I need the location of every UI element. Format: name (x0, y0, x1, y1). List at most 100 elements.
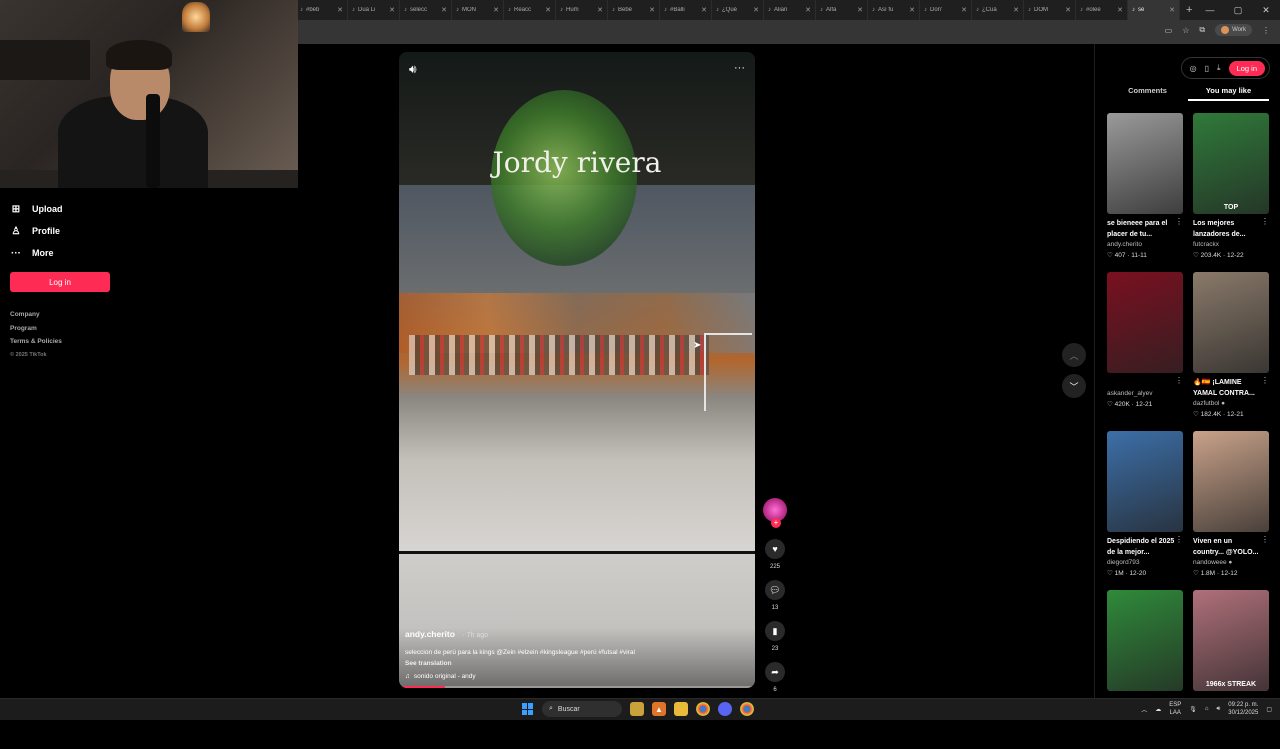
creator-avatar[interactable]: + (763, 498, 787, 528)
close-tab-icon[interactable]: ✕ (805, 6, 815, 14)
card-user[interactable]: andy.cherito (1107, 241, 1183, 248)
sidebar-item-more[interactable]: ··· More (10, 242, 130, 264)
download-icon[interactable]: ⤓ (1217, 63, 1221, 73)
tab-comments[interactable]: Comments (1107, 86, 1188, 101)
recommended-video-card[interactable]: Despidiendo el 2025 de la mejor... ⋮ diego… (1107, 431, 1183, 590)
card-user[interactable]: diegord793 (1107, 559, 1183, 566)
browser-tab[interactable]: ♪ Así fu ✕ (868, 0, 920, 20)
recommended-video-card[interactable]: 1966x STREAK (1193, 590, 1269, 749)
close-tab-icon[interactable]: ✕ (545, 6, 555, 14)
close-tab-icon[interactable]: ✕ (701, 6, 711, 14)
card-user[interactable]: futcrackx (1193, 241, 1269, 248)
browser-tab[interactable]: ♪ ¿Qué ✕ (712, 0, 764, 20)
card-more-icon[interactable]: ⋮ (1175, 535, 1183, 544)
phone-icon[interactable]: ▯ (1205, 64, 1209, 73)
taskbar-app-widgets-icon[interactable] (630, 702, 644, 716)
close-window-button[interactable]: ✕ (1252, 0, 1280, 20)
browser-tab[interactable]: ♪ #olee ✕ (1076, 0, 1128, 20)
card-more-icon[interactable]: ⋮ (1175, 217, 1183, 226)
browser-tab[interactable]: ♪ Dua Li ✕ (348, 0, 400, 20)
close-tab-icon[interactable]: ✕ (337, 6, 347, 14)
close-tab-icon[interactable]: ✕ (597, 6, 607, 14)
video-thumbnail[interactable] (1107, 590, 1183, 691)
minimize-button[interactable]: — (1196, 0, 1224, 20)
footer-link-company[interactable]: Company (10, 308, 130, 322)
browser-tab[interactable]: ♪ ¿Cuá ✕ (972, 0, 1024, 20)
share-button[interactable]: ➦ (765, 662, 785, 682)
video-thumbnail[interactable] (1107, 272, 1183, 373)
volume-icon[interactable]: 🔊︎ (409, 62, 417, 77)
close-tab-icon[interactable]: ✕ (1065, 6, 1075, 14)
card-more-icon[interactable]: ⋮ (1175, 376, 1183, 385)
close-tab-icon[interactable]: ✕ (493, 6, 503, 14)
tab-you-may-like[interactable]: You may like (1188, 86, 1269, 101)
speaker-icon[interactable]: 🔊︎ (1217, 706, 1221, 713)
browser-tab[interactable]: ♪ selecc ✕ (400, 0, 452, 20)
top-login-button[interactable]: Log in (1228, 60, 1265, 76)
sidebar-login-button[interactable]: Log in (10, 272, 110, 292)
browser-menu-icon[interactable]: ⋮ (1262, 26, 1270, 35)
video-thumbnail[interactable]: 1966x STREAK (1193, 590, 1269, 691)
video-sound[interactable]: ♫ sonido original - andy (405, 673, 745, 680)
tray-onedrive-icon[interactable]: ☁ (1155, 706, 1161, 713)
save-button[interactable]: ▮ (765, 621, 785, 641)
notification-icon[interactable]: ▢ (1266, 706, 1272, 713)
profile-chip[interactable]: Work (1215, 24, 1252, 36)
network-icon[interactable]: ⌂ (1205, 706, 1209, 712)
recommended-video-card[interactable] (1107, 590, 1183, 749)
browser-tab[interactable]: ♪ Alian ✕ (764, 0, 816, 20)
new-tab-button[interactable]: + (1186, 4, 1192, 16)
follow-plus-icon[interactable]: + (771, 518, 781, 528)
browser-tab[interactable]: ♪ MON ✕ (452, 0, 504, 20)
extensions-icon[interactable]: ⧉ (1199, 25, 1205, 35)
card-user[interactable]: dazfutbol ● (1193, 400, 1269, 407)
footer-link-terms[interactable]: Terms & Policies (10, 335, 130, 349)
sidebar-item-upload[interactable]: ⊞ Upload (10, 198, 130, 220)
taskbar-chrome-icon[interactable] (696, 702, 710, 716)
browser-tab[interactable]: ♪ Alfa ✕ (816, 0, 868, 20)
video-thumbnail[interactable] (1107, 113, 1183, 214)
see-translation-link[interactable]: See translation (405, 660, 745, 667)
card-more-icon[interactable]: ⋮ (1261, 376, 1269, 385)
close-tab-icon[interactable]: ✕ (857, 6, 867, 14)
close-tab-icon[interactable]: ✕ (1013, 6, 1023, 14)
browser-tab[interactable]: ♪ Bebé ✕ (608, 0, 660, 20)
taskbar-search[interactable]: ⌕ Buscar (542, 701, 622, 717)
browser-tab[interactable]: ♪ DOM ✕ (1024, 0, 1076, 20)
comment-button[interactable]: 💬︎ (765, 580, 785, 600)
browser-tab[interactable]: ♪ Hum ✕ (556, 0, 608, 20)
language-indicator[interactable]: ESP LAA (1169, 701, 1181, 717)
browser-tab[interactable]: ♪ Don' ✕ (920, 0, 972, 20)
video-player[interactable]: Jordy rivera 🔊︎ ··· andy.cherito · 7h ag… (399, 52, 755, 688)
browser-tab[interactable]: ♪ Reacc ✕ (504, 0, 556, 20)
like-button[interactable]: ♥ (765, 539, 785, 559)
browser-tab[interactable]: ♪ se ✕ (1128, 0, 1180, 20)
cast-icon[interactable]: ▭ (1165, 26, 1173, 35)
close-tab-icon[interactable]: ✕ (909, 6, 919, 14)
taskbar-discord-icon[interactable] (718, 702, 732, 716)
recommended-video-card[interactable]: TOP Los mejores lanzadores de... ⋮ futcrack… (1193, 113, 1269, 272)
close-tab-icon[interactable]: ✕ (389, 6, 399, 14)
close-tab-icon[interactable]: ✕ (753, 6, 763, 14)
taskbar-file-explorer-icon[interactable] (674, 702, 688, 716)
close-tab-icon[interactable]: ✕ (441, 6, 451, 14)
recommended-video-card[interactable]: Viven en un country... @YOLO... ⋮ nandowee… (1193, 431, 1269, 590)
video-author[interactable]: andy.cherito (405, 629, 455, 639)
video-thumbnail[interactable] (1193, 272, 1269, 373)
next-video-button[interactable]: ﹀ (1062, 374, 1086, 398)
sidebar-item-profile[interactable]: ♙ Profile (10, 220, 130, 242)
card-user[interactable]: askander_alyev (1107, 390, 1183, 397)
card-more-icon[interactable]: ⋮ (1261, 217, 1269, 226)
close-tab-icon[interactable]: ✕ (649, 6, 659, 14)
tray-chevron-icon[interactable]: ︿ (1141, 705, 1147, 714)
recommended-video-card[interactable]: se bieneee para el placer de tu... ⋮ andy.… (1107, 113, 1183, 272)
more-dots-icon[interactable]: ··· (734, 62, 745, 74)
clock[interactable]: 09:22 p. m. 30/12/2025 (1228, 701, 1258, 717)
microphone-icon[interactable]: 🎙︎ (1189, 706, 1197, 713)
bookmark-star-icon[interactable]: ☆ (1182, 26, 1189, 35)
footer-link-program[interactable]: Program (10, 322, 130, 336)
browser-tab[interactable]: ♪ #beb ✕ (296, 0, 348, 20)
previous-video-button[interactable]: ︿ (1062, 343, 1086, 367)
recommended-video-card[interactable]: ⋮ askander_alyev ♡ 420K · 12-21 (1107, 272, 1183, 431)
recommended-video-card[interactable]: 🔥🇪🇸 ¡LAMINE YAMAL CONTRA... ⋮ dazfutbol ● ♡… (1193, 272, 1269, 431)
